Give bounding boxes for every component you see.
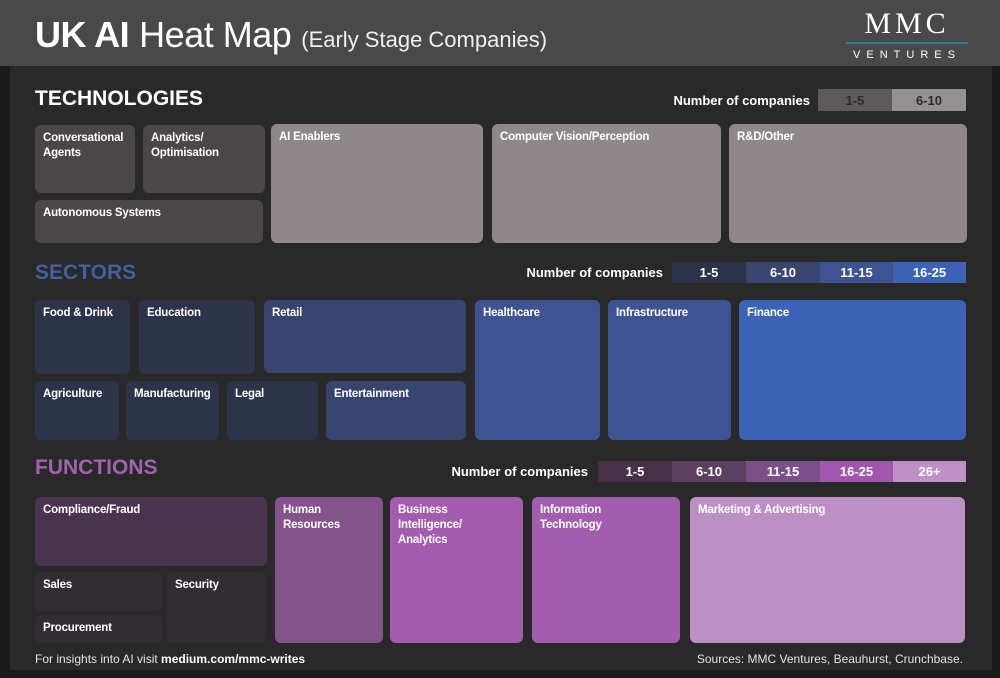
tech-box-ai-enablers: AI Enablers: [271, 124, 483, 243]
functions-legend-swatch-26plus: 26+: [893, 461, 966, 482]
functions-legend-label: Number of companies: [388, 464, 588, 479]
sector-box-retail: Retail: [264, 300, 466, 373]
box-label: Agriculture: [35, 381, 119, 408]
page-title: UK AI Heat Map (Early Stage Companies): [35, 0, 547, 66]
tech-box-autonomous-systems: Autonomous Systems: [35, 200, 263, 243]
technologies-legend-label: Number of companies: [610, 93, 810, 108]
sector-box-agriculture: Agriculture: [35, 381, 119, 440]
footer-sources-text: Sources: MMC Ventures, Beauhurst, Crunch…: [697, 652, 963, 666]
function-box-information-technology: Information Technology: [532, 497, 680, 643]
box-label: Marketing & Advertising: [690, 497, 965, 524]
box-label: Infrastructure: [608, 300, 731, 327]
sector-box-legal: Legal: [227, 381, 318, 440]
function-box-business-intelligence-analytics: Business Intelligence/ Analytics: [390, 497, 523, 643]
sectors-legend-swatch-1-5: 1-5: [672, 262, 746, 283]
box-label: Sales: [35, 572, 162, 599]
tech-box-conversational-agents: Conversational Agents: [35, 125, 135, 193]
box-label: Computer Vision/Perception: [492, 124, 721, 151]
functions-legend-swatch-1-5: 1-5: [598, 461, 672, 482]
functions-legend-swatch-11-15: 11-15: [746, 461, 820, 482]
header-bar: UK AI Heat Map (Early Stage Companies) M…: [0, 0, 1000, 66]
box-label: Analytics/ Optimisation: [143, 125, 265, 167]
box-label: Information Technology: [532, 497, 680, 539]
function-box-human-resources: Human Resources: [275, 497, 383, 643]
footer-medium-link: medium.com/mmc-writes: [161, 652, 305, 666]
title-uk-ai: UK AI: [35, 14, 129, 56]
box-label: Finance: [739, 300, 966, 327]
function-box-compliance-fraud: Compliance/Fraud: [35, 497, 267, 566]
box-label: Business Intelligence/ Analytics: [390, 497, 523, 554]
box-label: Conversational Agents: [35, 125, 135, 167]
sector-box-infrastructure: Infrastructure: [608, 300, 731, 440]
sectors-legend-swatch-6-10: 6-10: [746, 262, 820, 283]
box-label: Procurement: [35, 615, 162, 642]
tech-box-analytics-optimisation: Analytics/ Optimisation: [143, 125, 265, 193]
footer-insights-prefix: For insights into AI visit: [35, 652, 161, 666]
tech-box-rd-other: R&D/Other: [729, 124, 967, 243]
box-label: Security: [167, 572, 266, 599]
sectors-legend-label: Number of companies: [463, 265, 663, 280]
mmc-ventures-logo: MMC VENTURES: [846, 9, 968, 61]
function-box-sales: Sales: [35, 572, 162, 611]
box-label: R&D/Other: [729, 124, 967, 151]
function-box-security: Security: [167, 572, 266, 643]
box-label: Entertainment: [326, 381, 466, 408]
box-label: Retail: [264, 300, 466, 327]
function-box-marketing-advertising: Marketing & Advertising: [690, 497, 965, 643]
functions-legend-swatch-16-25: 16-25: [820, 461, 893, 482]
sectors-legend-swatch-16-25: 16-25: [893, 262, 966, 283]
sector-box-healthcare: Healthcare: [475, 300, 600, 440]
section-title-sectors: SECTORS: [35, 261, 136, 285]
uk-ai-heat-map: UK AI Heat Map (Early Stage Companies) M…: [0, 0, 1000, 678]
box-label: Compliance/Fraud: [35, 497, 267, 524]
box-label: AI Enablers: [271, 124, 483, 151]
sectors-legend-swatch-11-15: 11-15: [820, 262, 893, 283]
sector-box-education: Education: [139, 300, 255, 374]
logo-mmc-text: MMC: [846, 9, 968, 39]
box-label: Food & Drink: [35, 300, 130, 327]
logo-ventures-text: VENTURES: [846, 49, 968, 61]
sector-box-food-drink: Food & Drink: [35, 300, 130, 374]
sector-box-manufacturing: Manufacturing: [126, 381, 219, 440]
functions-legend-swatch-6-10: 6-10: [672, 461, 746, 482]
technologies-legend-swatch-6-10: 6-10: [892, 89, 966, 111]
box-label: Education: [139, 300, 255, 327]
footer-insights-text: For insights into AI visit medium.com/mm…: [35, 652, 305, 666]
technologies-legend-swatch-1-5: 1-5: [818, 89, 892, 111]
logo-underline: [846, 42, 968, 44]
sector-box-finance: Finance: [739, 300, 966, 440]
tech-box-computer-vision-perception: Computer Vision/Perception: [492, 124, 721, 243]
section-title-technologies: TECHNOLOGIES: [35, 87, 203, 111]
function-box-procurement: Procurement: [35, 615, 162, 643]
box-label: Human Resources: [275, 497, 383, 539]
box-label: Autonomous Systems: [35, 200, 263, 227]
box-label: Healthcare: [475, 300, 600, 327]
box-label: Legal: [227, 381, 318, 408]
box-label: Manufacturing: [126, 381, 219, 408]
sector-box-entertainment: Entertainment: [326, 381, 466, 440]
title-subtitle: (Early Stage Companies): [301, 27, 547, 53]
section-title-functions: FUNCTIONS: [35, 456, 158, 480]
title-heat-map: Heat Map: [139, 14, 291, 56]
